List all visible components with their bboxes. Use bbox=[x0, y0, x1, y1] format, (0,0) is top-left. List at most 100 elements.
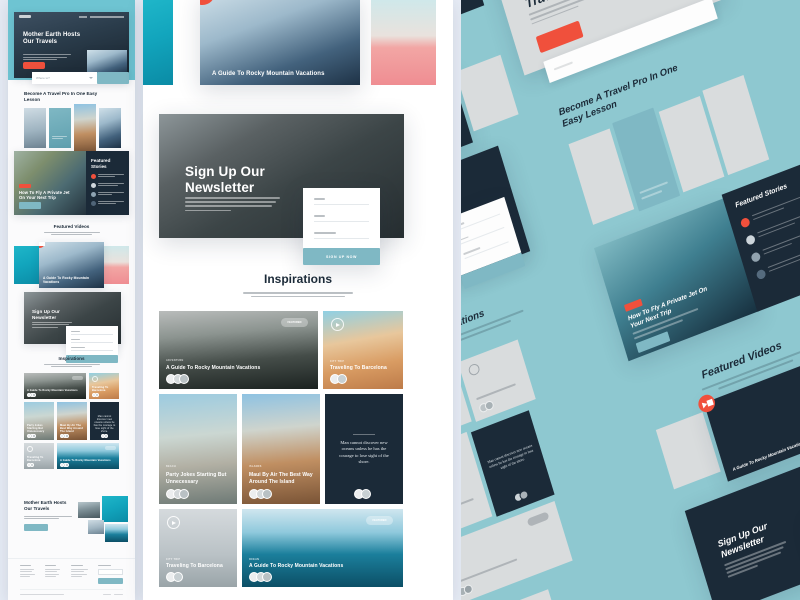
phone-field[interactable] bbox=[71, 347, 113, 351]
inspirations-title: Inspirations bbox=[263, 272, 332, 286]
search-input[interactable]: Where to? bbox=[32, 72, 97, 84]
list-item[interactable] bbox=[91, 192, 124, 198]
footer-subscribe-button[interactable]: SUBSCRIBE bbox=[98, 578, 124, 585]
thumb-icon bbox=[91, 201, 96, 207]
play-icon[interactable] bbox=[92, 376, 98, 383]
video-side-card-left[interactable] bbox=[143, 0, 173, 85]
travel-pro-card[interactable] bbox=[74, 104, 96, 152]
inspiration-card[interactable]: FEATURED ADVENTURE A Guide To Rocky Moun… bbox=[159, 311, 318, 389]
name-field[interactable] bbox=[71, 331, 113, 335]
right-wireframe-preview[interactable]: Featured Videos A Guide To Rocky Mountai… bbox=[461, 0, 800, 600]
hero-logo[interactable] bbox=[19, 15, 31, 18]
avatar-group bbox=[60, 434, 70, 439]
card-title: Traveling To Barcelona bbox=[330, 365, 387, 371]
wf-collage-tile bbox=[510, 589, 560, 600]
inspiration-card[interactable]: A Guide To Rocky Mountain Vacations bbox=[24, 373, 86, 400]
list-item[interactable] bbox=[91, 201, 124, 207]
hero-search-bar[interactable]: Where to? SEARCH NOW bbox=[32, 72, 129, 84]
closing-title: Mother Earth Hosts Our Travels bbox=[24, 500, 67, 511]
avatar-group bbox=[60, 463, 70, 468]
featured-badge bbox=[72, 376, 83, 381]
closing-cta-button[interactable]: READ MORE bbox=[24, 524, 48, 532]
play-icon[interactable] bbox=[467, 362, 481, 377]
wf-quote-text: Man cannot discover new oceans unless he… bbox=[486, 443, 534, 471]
presentation-canvas: Mother Earth Hosts Our Travels READ MORE… bbox=[0, 0, 800, 600]
inspiration-card[interactable]: BEACH Party Jokes Starting But Unnecessa… bbox=[159, 394, 237, 504]
featured-stories-list[interactable] bbox=[91, 174, 124, 207]
newsletter-submit-button[interactable]: SIGN UP NOW bbox=[303, 248, 380, 265]
inspirations-title: Inspirations bbox=[58, 356, 85, 361]
wf-video-side-right[interactable] bbox=[461, 54, 519, 132]
video-main-title: A Guide To Rocky Mountain Vacations bbox=[212, 71, 325, 77]
collage-photo bbox=[102, 496, 128, 522]
card-category: CITY TRIP bbox=[166, 558, 181, 561]
inspiration-card[interactable]: A Guide To Rocky Mountain Vacations bbox=[57, 443, 119, 470]
list-item[interactable] bbox=[91, 183, 124, 189]
inspirations-section: Inspirations A Guide To Rocky Mountain V… bbox=[8, 356, 135, 470]
travel-pro-title: Become A Travel Pro In One Easy Lesson bbox=[24, 91, 98, 102]
play-icon[interactable] bbox=[167, 516, 180, 529]
inspiration-card[interactable]: Maui By Air The Best Way Around The Isla… bbox=[57, 402, 87, 441]
hero-cta-button[interactable]: READ MORE bbox=[23, 62, 45, 69]
featured-story-cta[interactable]: READ MORE bbox=[19, 202, 41, 209]
middle-detail-preview[interactable]: A Guide To Rocky Mountain Vacations Sign… bbox=[143, 0, 453, 600]
footer-column bbox=[20, 565, 39, 584]
phone-field[interactable] bbox=[314, 232, 369, 239]
footer-newsletter[interactable]: SUBSCRIBE bbox=[98, 565, 124, 585]
play-icon[interactable] bbox=[39, 242, 45, 249]
story-badge: TRAVEL bbox=[19, 184, 31, 188]
newsletter-form[interactable]: SIGN UP NOW bbox=[303, 188, 380, 265]
travel-pro-card[interactable] bbox=[99, 108, 121, 148]
hero-nav-cta[interactable] bbox=[79, 15, 87, 18]
email-field[interactable] bbox=[314, 215, 369, 222]
card-title: A Guide To Rocky Mountain Vacations bbox=[27, 389, 78, 393]
travel-pro-card[interactable] bbox=[49, 108, 71, 148]
inspiration-card[interactable]: Traveling To Barcelona bbox=[89, 373, 119, 400]
card-title: Traveling To Barcelona bbox=[27, 456, 44, 463]
avatar-group bbox=[27, 434, 37, 439]
hero-body bbox=[23, 54, 71, 60]
inspiration-card[interactable]: Man cannot discover new oceans unless he… bbox=[325, 394, 403, 504]
inspirations-subtitle bbox=[43, 364, 100, 368]
avatar-group bbox=[92, 393, 99, 398]
left-fullpage-preview[interactable]: Mother Earth Hosts Our Travels READ MORE… bbox=[8, 0, 135, 600]
newsletter-title: Sign Up Our Newsletter bbox=[32, 309, 60, 320]
quote-rule bbox=[353, 434, 375, 435]
card-title: Maui By Air The Best Way Around The Isla… bbox=[60, 424, 83, 434]
featured-videos-title: Featured Videos bbox=[53, 224, 90, 229]
featured-stories-block[interactable]: TRAVEL How To Fly A Private Jet On Your … bbox=[14, 151, 129, 215]
play-icon[interactable] bbox=[27, 446, 33, 453]
name-field[interactable] bbox=[314, 198, 369, 205]
closing-body bbox=[24, 516, 72, 520]
inspiration-card[interactable]: FEATURED OCEAN A Guide To Rocky Mountain… bbox=[242, 509, 403, 587]
video-side-card-right[interactable] bbox=[371, 0, 436, 85]
avatar-group bbox=[478, 399, 495, 414]
play-icon[interactable] bbox=[331, 318, 344, 331]
legal-link[interactable] bbox=[114, 594, 123, 596]
hero-nav[interactable] bbox=[90, 15, 124, 18]
play-icon[interactable] bbox=[696, 392, 718, 415]
card-title: Traveling To Barcelona bbox=[166, 563, 223, 569]
travel-pro-section: Become A Travel Pro In One Easy Lesson bbox=[8, 91, 135, 152]
video-main-card[interactable]: A Guide To Rocky Mountain Vacations bbox=[39, 242, 104, 289]
play-icon[interactable] bbox=[200, 0, 215, 5]
footer-email-input[interactable] bbox=[98, 569, 124, 576]
inspiration-card[interactable]: CITY TRIP Traveling To Barcelona bbox=[159, 509, 237, 587]
legal-link[interactable] bbox=[103, 594, 111, 596]
inspiration-card[interactable]: Party Jokes Starting But Unnecessary bbox=[24, 402, 54, 441]
thumb-icon bbox=[91, 174, 96, 180]
hero-card[interactable]: Mother Earth Hosts Our Travels READ MORE bbox=[14, 12, 129, 78]
inspiration-card[interactable]: Man cannot discover new oceans unless he… bbox=[90, 402, 119, 441]
list-item[interactable] bbox=[91, 174, 124, 180]
wf-card[interactable] bbox=[461, 339, 536, 422]
avatar-group bbox=[330, 374, 347, 384]
travel-pro-card[interactable] bbox=[24, 108, 46, 148]
video-main-card[interactable]: A Guide To Rocky Mountain Vacations bbox=[200, 0, 360, 85]
inspiration-card[interactable]: CITY TRIP Traveling To Barcelona bbox=[323, 311, 403, 389]
featured-stories-panel-title: Featured Stories bbox=[91, 158, 111, 169]
footer-column bbox=[70, 565, 92, 584]
search-button[interactable]: SEARCH NOW bbox=[97, 72, 129, 84]
inspiration-card[interactable]: Traveling To Barcelona bbox=[24, 443, 54, 470]
inspiration-card[interactable]: ISLANDS Maui By Air The Best Way Around … bbox=[242, 394, 320, 504]
email-field[interactable] bbox=[71, 339, 113, 343]
